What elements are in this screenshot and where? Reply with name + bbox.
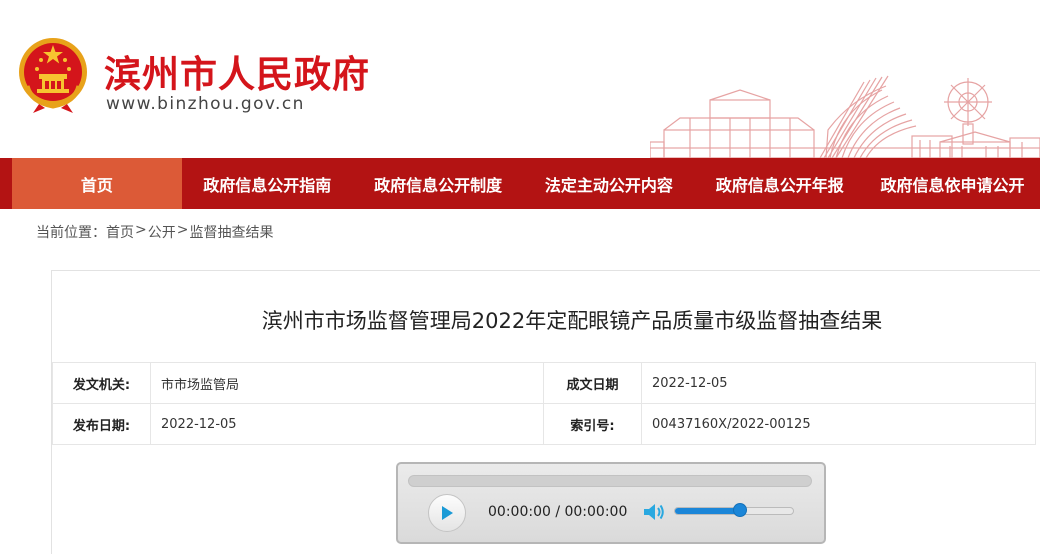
- speaker-icon[interactable]: [642, 502, 666, 522]
- national-emblem-icon: [19, 38, 87, 113]
- table-row: 发文机关: 市市场监管局 成文日期 2022-12-05: [52, 362, 1036, 404]
- volume-slider[interactable]: [674, 503, 794, 517]
- publish-date-label: 发布日期:: [52, 403, 151, 445]
- breadcrumb-public[interactable]: 公开: [148, 222, 176, 242]
- date-label: 成文日期: [543, 362, 642, 404]
- play-icon: [442, 506, 453, 520]
- nav-item-statutory-content[interactable]: 法定主动公开内容: [523, 158, 694, 209]
- breadcrumb-separator: >: [135, 222, 147, 238]
- breadcrumb: 当前位置： 首页 > 公开 > 监督抽查结果: [36, 222, 273, 242]
- nav-edge: [0, 158, 12, 209]
- breadcrumb-separator: >: [176, 222, 189, 238]
- volume-fill: [675, 508, 740, 514]
- audio-progress-track[interactable]: [408, 475, 812, 487]
- index-value: 00437160X/2022-00125: [641, 403, 1036, 445]
- breadcrumb-current[interactable]: 监督抽查结果: [189, 222, 273, 242]
- document-meta-table: 发文机关: 市市场监管局 成文日期 2022-12-05 发布日期: 2022-…: [52, 362, 1036, 445]
- nav-item-application[interactable]: 政府信息依申请公开: [865, 158, 1040, 209]
- document-title: 滨州市市场监督管理局2022年定配眼镜产品质量市级监督抽查结果: [261, 309, 883, 333]
- audio-player: 00:00:00 / 00:00:00: [396, 462, 826, 544]
- issuer-label: 发文机关:: [52, 362, 151, 404]
- nav-item-annual-report[interactable]: 政府信息公开年报: [694, 158, 865, 209]
- site-title[interactable]: 滨州市人民政府: [104, 44, 370, 98]
- publish-date-value: 2022-12-05: [150, 403, 544, 445]
- city-skyline-decoration: [650, 75, 1040, 158]
- volume-handle[interactable]: [732, 503, 747, 517]
- breadcrumb-prefix: 当前位置：: [36, 225, 106, 241]
- play-button[interactable]: [428, 494, 466, 532]
- table-row: 发布日期: 2022-12-05 索引号: 00437160X/2022-001…: [52, 403, 1036, 445]
- main-nav: 首页 政府信息公开指南 政府信息公开制度 法定主动公开内容 政府信息公开年报 政…: [0, 158, 1040, 209]
- nav-item-guide[interactable]: 政府信息公开指南: [182, 158, 353, 209]
- nav-item-system[interactable]: 政府信息公开制度: [353, 158, 524, 209]
- site-url: www.binzhou.gov.cn: [106, 94, 305, 114]
- issuer-value: 市市场监管局: [150, 362, 544, 404]
- index-label: 索引号:: [543, 403, 642, 445]
- breadcrumb-home[interactable]: 首页: [106, 222, 134, 242]
- nav-item-home[interactable]: 首页: [11, 158, 182, 209]
- date-value: 2022-12-05: [641, 362, 1036, 404]
- audio-time: 00:00:00 / 00:00:00: [488, 504, 628, 520]
- site-header: 滨州市人民政府 www.binzhou.gov.cn: [0, 0, 1040, 158]
